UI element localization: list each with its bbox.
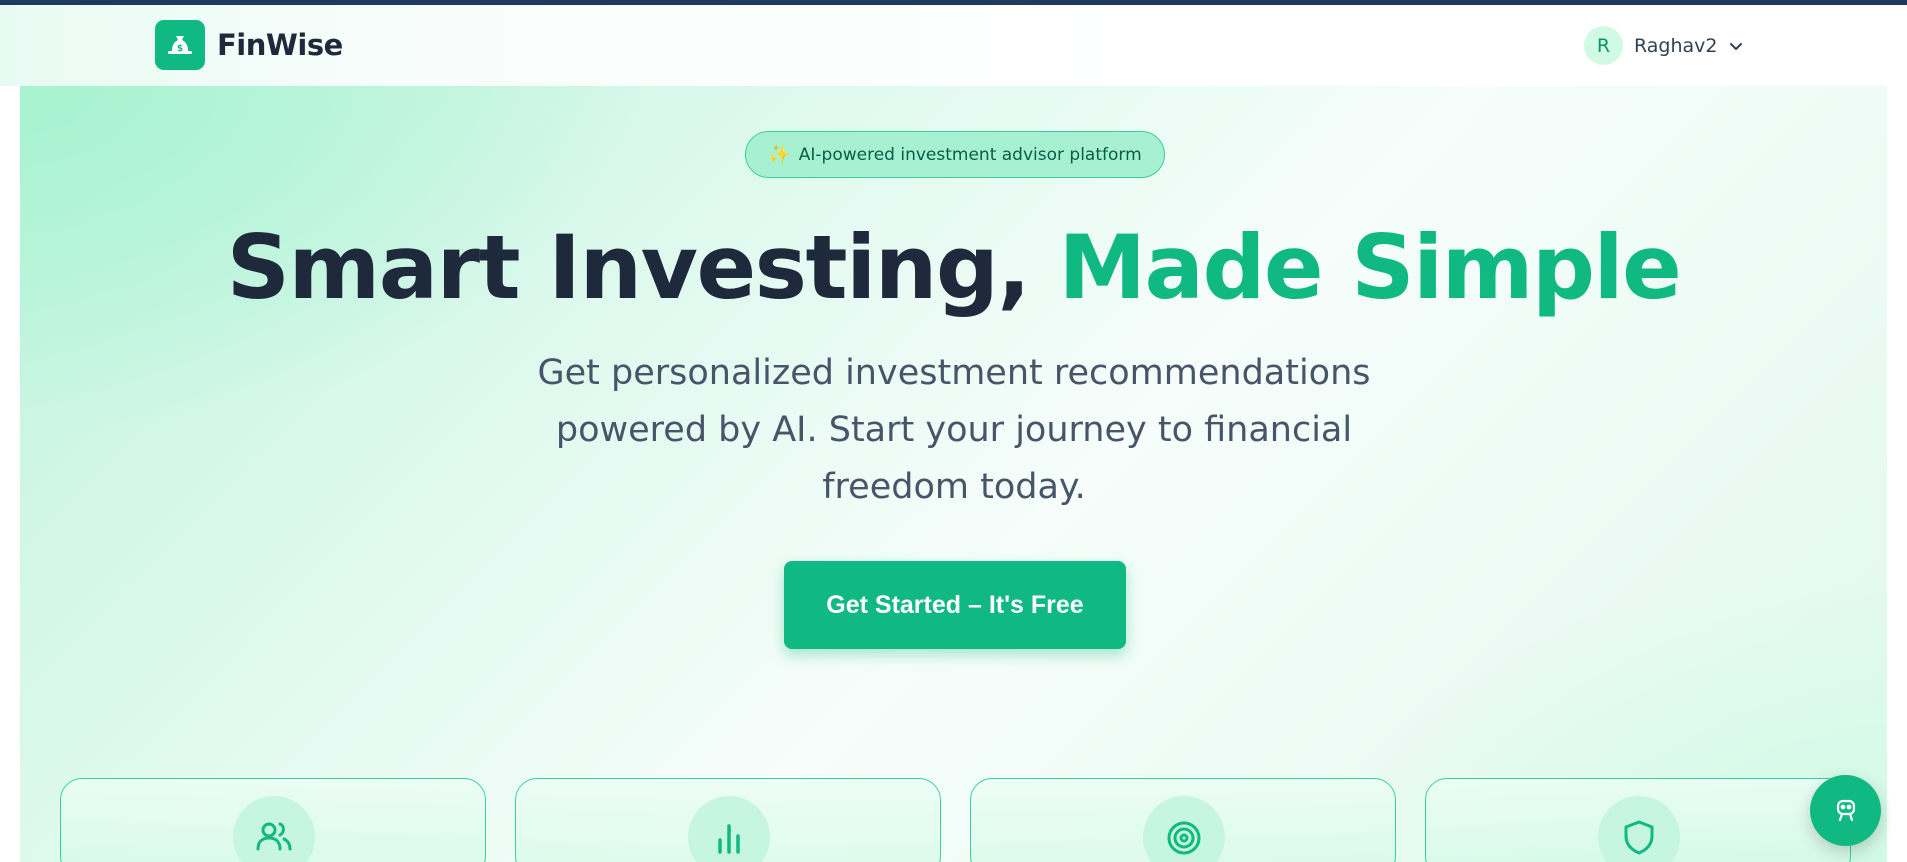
- target-icon: [1143, 796, 1225, 862]
- users-icon: [233, 796, 315, 862]
- hero-headline: Smart Investing, Made Simple: [0, 218, 1907, 318]
- feature-card-security[interactable]: [1425, 778, 1851, 862]
- chevron-down-icon: [1729, 39, 1743, 53]
- user-menu[interactable]: R Raghav2: [1584, 26, 1743, 65]
- shield-icon: [1598, 796, 1680, 862]
- ai-badge: ✨ AI-powered investment advisor platform: [745, 131, 1165, 178]
- avatar: R: [1584, 26, 1623, 65]
- ai-badge-text: AI-powered investment advisor platform: [798, 144, 1142, 165]
- headline-part2: Made Simple: [1058, 216, 1681, 319]
- ai-chat-button[interactable]: [1810, 775, 1881, 846]
- sparkles-icon: ✨: [768, 144, 791, 165]
- brand-logo[interactable]: $ FinWise: [155, 20, 343, 70]
- brand-name: FinWise: [217, 28, 343, 62]
- hero-subtext: Get personalized investment recommendati…: [537, 353, 1371, 507]
- navbar: $ FinWise R Raghav2: [0, 5, 1907, 86]
- headline-part1: Smart Investing,: [226, 216, 1059, 319]
- money-bag-icon: $: [155, 20, 205, 70]
- svg-text:$: $: [177, 44, 183, 54]
- get-started-button[interactable]: Get Started – It's Free: [784, 561, 1126, 649]
- robot-icon: [1831, 794, 1861, 828]
- bar-chart-icon: [688, 796, 770, 862]
- feature-card-goals[interactable]: [970, 778, 1396, 862]
- feature-card-users[interactable]: [60, 778, 486, 862]
- user-name: Raghav2: [1634, 34, 1718, 57]
- feature-card-analytics[interactable]: [515, 778, 941, 862]
